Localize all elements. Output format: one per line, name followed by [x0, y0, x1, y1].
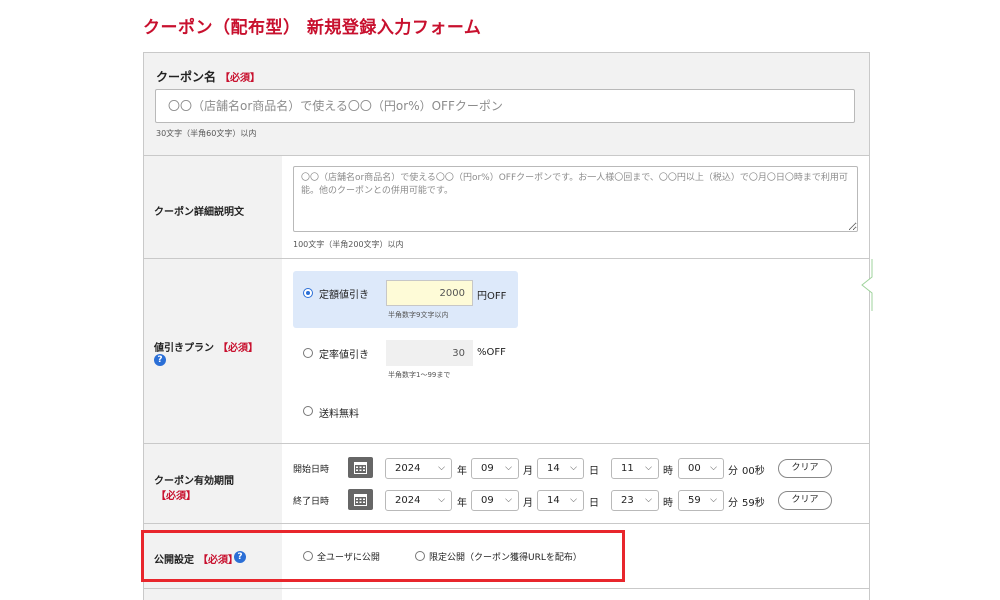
start-datetime-label: 開始日時 — [293, 465, 330, 475]
chevron-down-icon: ⌵ — [645, 463, 652, 473]
day-unit: 日 — [589, 498, 599, 509]
chevron-down-icon: ⌵ — [710, 463, 717, 473]
coupon-form: クーポン名【必須】 30文字（半角60文字）以内 クーポン詳細説明文 100文字… — [143, 52, 870, 600]
rate-discount-input[interactable] — [386, 340, 473, 366]
rate-discount-radio[interactable] — [303, 348, 313, 358]
end-datetime-label: 終了日時 — [293, 497, 330, 507]
rate-discount-label: 定率値引き — [319, 350, 369, 361]
end-minute-select[interactable]: 59 ⌵ — [678, 490, 724, 511]
fixed-discount-hint: 半角数字9文字以内 — [388, 311, 449, 319]
coupon-name-section: クーポン名【必須】 30文字（半角60文字）以内 — [144, 53, 869, 156]
chevron-down-icon: ⌵ — [570, 495, 577, 505]
page-title: クーポン（配布型） 新規登録入力フォーム — [143, 18, 482, 38]
start-hour-select[interactable]: 11 ⌵ — [611, 458, 659, 479]
year-unit: 年 — [457, 466, 467, 477]
question-circle-icon[interactable]: ? — [154, 354, 166, 366]
next-row — [144, 589, 869, 600]
description-row: クーポン詳細説明文 100文字（半角200文字）以内 — [144, 156, 869, 259]
rate-discount-unit: %OFF — [477, 347, 506, 358]
chevron-down-icon: ⌵ — [505, 495, 512, 505]
required-tag: 【必須】 — [156, 491, 196, 502]
day-unit: 日 — [589, 466, 599, 477]
period-row: クーポン有効期間 【必須】 開始日時 2024 ⌵ 年 09 ⌵ 月 14 ⌵ 日 1… — [144, 444, 869, 524]
coupon-name-label: クーポン名 【必須】 — [156, 70, 261, 84]
chevron-down-icon: ⌵ — [505, 463, 512, 473]
start-day-select[interactable]: 14 ⌵ — [537, 458, 584, 479]
description-label: クーポン詳細説明文 — [154, 207, 244, 218]
coupon-name-input[interactable] — [155, 89, 855, 123]
year-unit: 年 — [457, 498, 467, 509]
chevron-down-icon: ⌵ — [645, 495, 652, 505]
fixed-discount-input[interactable] — [386, 280, 473, 306]
minute-unit: 分 — [728, 498, 738, 509]
hour-unit: 時 — [663, 498, 673, 509]
description-textarea[interactable] — [293, 166, 858, 232]
month-unit: 月 — [523, 466, 533, 477]
end-month-select[interactable]: 09 ⌵ — [471, 490, 519, 511]
publish-highlight-box — [141, 530, 625, 582]
discount-plan-label: 値引きプラン 【必須】 — [154, 343, 258, 354]
chevron-down-icon: ⌵ — [710, 495, 717, 505]
fixed-discount-label: 定額値引き — [319, 290, 369, 301]
start-minute-select[interactable]: 00 ⌵ — [678, 458, 724, 479]
free-shipping-label: 送料無料 — [319, 409, 359, 420]
chevron-down-icon: ⌵ — [570, 463, 577, 473]
month-unit: 月 — [523, 498, 533, 509]
calendar-icon[interactable] — [348, 457, 373, 478]
start-seconds: 00秒 — [742, 466, 765, 477]
end-clear-button[interactable]: クリア — [778, 491, 832, 510]
calendar-icon[interactable] — [348, 489, 373, 510]
end-hour-select[interactable]: 23 ⌵ — [611, 490, 659, 511]
end-day-select[interactable]: 14 ⌵ — [537, 490, 584, 511]
period-label: クーポン有効期間 — [154, 476, 234, 487]
start-clear-button[interactable]: クリア — [778, 459, 832, 478]
required-tag: 【必須】 — [220, 73, 261, 84]
end-seconds: 59秒 — [742, 498, 765, 509]
coupon-name-hint: 30文字（半角60文字）以内 — [156, 129, 257, 138]
end-year-select[interactable]: 2024 ⌵ — [385, 490, 452, 511]
fixed-discount-unit: 円OFF — [477, 291, 507, 302]
hour-unit: 時 — [663, 466, 673, 477]
side-arrow-icon — [861, 259, 873, 311]
free-shipping-radio[interactable] — [303, 406, 313, 416]
start-year-select[interactable]: 2024 ⌵ — [385, 458, 452, 479]
minute-unit: 分 — [728, 466, 738, 477]
description-hint: 100文字（半角200文字）以内 — [293, 240, 404, 249]
fixed-discount-radio[interactable] — [303, 288, 313, 298]
rate-discount-hint: 半角数字1〜99まで — [388, 371, 451, 379]
start-month-select[interactable]: 09 ⌵ — [471, 458, 519, 479]
discount-plan-row: 値引きプラン【必須】 ? 定額値引き 円OFF 半角数字9文字以内 定率値引き … — [144, 259, 869, 444]
chevron-down-icon: ⌵ — [438, 463, 445, 473]
chevron-down-icon: ⌵ — [438, 495, 445, 505]
